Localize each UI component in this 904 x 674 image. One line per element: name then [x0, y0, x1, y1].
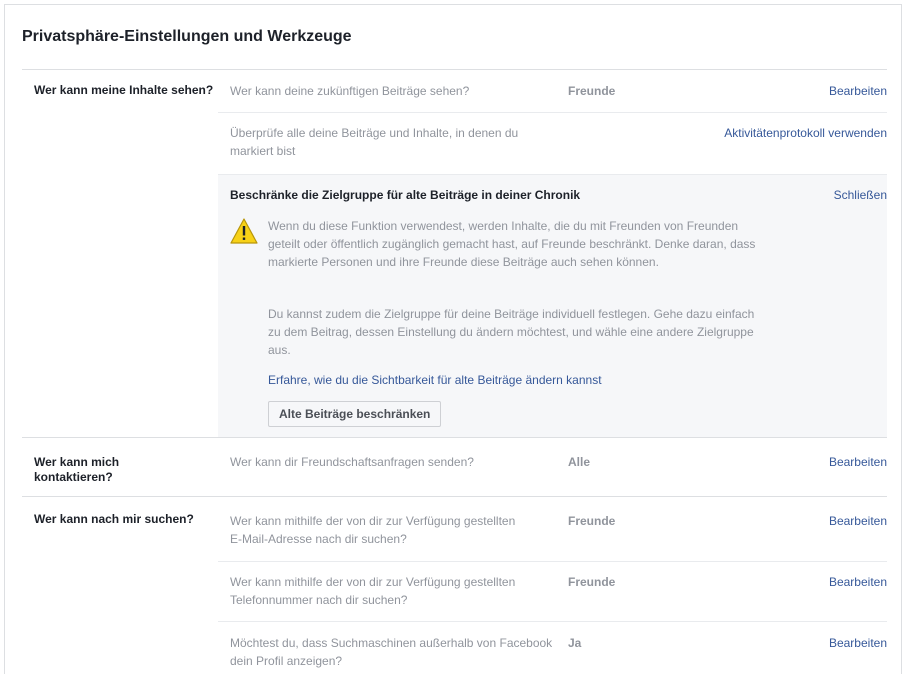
row-question-phone-search: Wer kann mithilfe der von dir zur Verfüg… [230, 575, 516, 607]
divider [218, 112, 887, 113]
row-question-friend-requests: Wer kann dir Freundschaftsanfragen sende… [230, 455, 474, 469]
row-value-search-engines: Ja [568, 636, 582, 650]
edit-phone-search-link[interactable]: Bearbeiten [829, 573, 887, 591]
edit-friend-requests-link[interactable]: Bearbeiten [829, 453, 887, 471]
section-label-content: Wer kann meine Inhalte sehen? [34, 83, 214, 97]
row-value-email-search: Freunde [568, 514, 616, 528]
row-question-future-posts: Wer kann deine zukünftigen Beiträge sehe… [230, 84, 470, 98]
section-label-contact: Wer kann mich kontaktieren? [34, 455, 120, 484]
divider [22, 496, 887, 497]
edit-email-search-link[interactable]: Bearbeiten [829, 512, 887, 530]
learn-more-link[interactable]: Erfahre, wie du die Sichtbarkeit für alt… [268, 371, 602, 389]
edit-search-engines-link[interactable]: Bearbeiten [829, 634, 887, 652]
row-question-review-posts: Überprüfe alle deine Beiträge und Inhalt… [230, 126, 519, 158]
row-value-future-posts: Freunde [568, 84, 616, 98]
divider [22, 69, 887, 70]
limit-old-posts-button[interactable]: Alte Beiträge beschränken [268, 401, 442, 427]
divider [22, 437, 887, 438]
edit-future-posts-link[interactable]: Bearbeiten [829, 82, 887, 100]
row-question-email-search: Wer kann mithilfe der von dir zur Verfüg… [230, 514, 516, 546]
divider [218, 621, 887, 622]
page-title: Privatsphäre-Einstellungen und Werkzeuge [22, 28, 352, 45]
limit-old-posts-title: Beschränke die Zielgruppe für alte Beitr… [230, 188, 581, 202]
divider [218, 561, 887, 562]
info-paragraph: Du kannst zudem die Zielgruppe für deine… [268, 307, 755, 357]
close-link[interactable]: Schließen [834, 186, 887, 204]
section-label-search: Wer kann nach mir suchen? [34, 512, 194, 526]
warning-paragraph: Wenn du diese Funktion verwendest, werde… [268, 219, 756, 269]
activity-log-link[interactable]: Aktivitätenprotokoll verwenden [724, 124, 887, 142]
warning-triangle-icon [230, 218, 258, 244]
row-value-friend-requests: Alle [568, 455, 591, 469]
row-value-phone-search: Freunde [568, 575, 616, 589]
row-question-search-engines: Möchtest du, dass Suchmaschinen außerhal… [230, 636, 553, 668]
